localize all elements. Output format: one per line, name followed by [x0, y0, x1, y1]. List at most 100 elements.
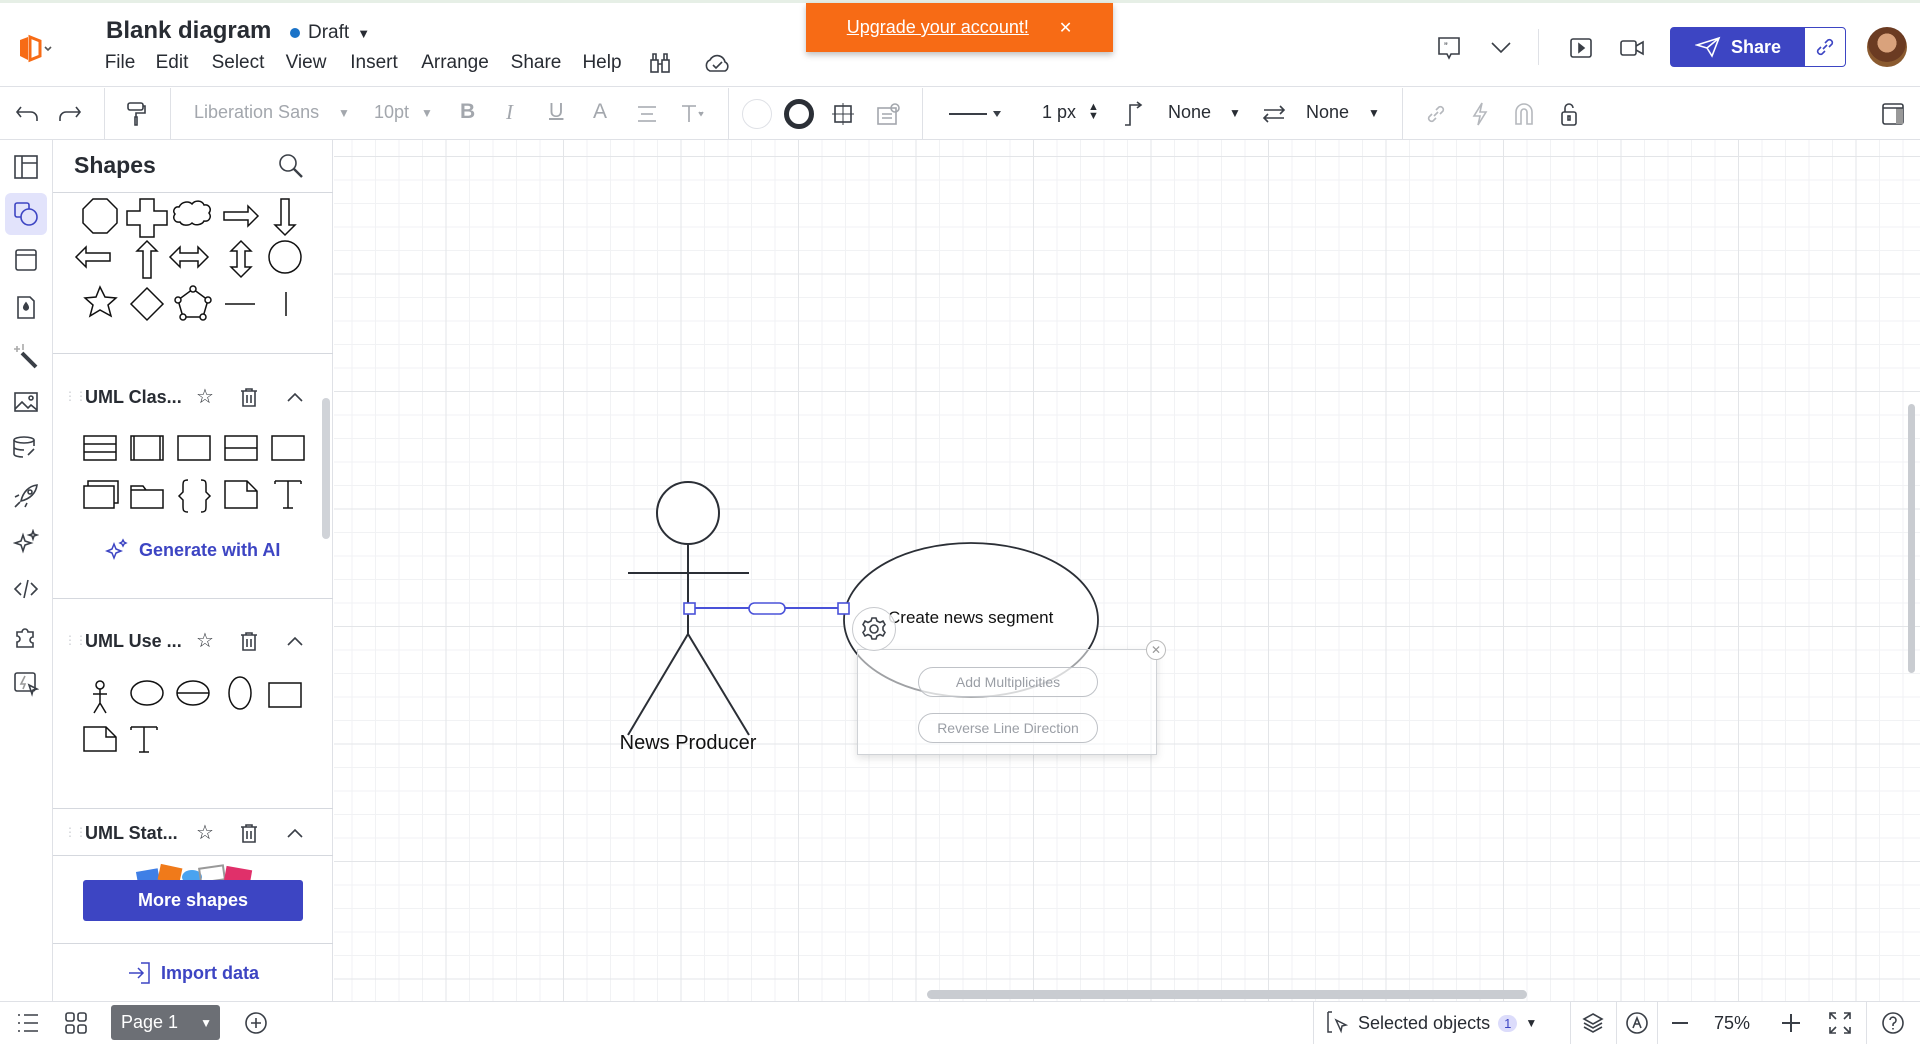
- text-color-button[interactable]: A: [593, 100, 607, 124]
- video-icon[interactable]: [1617, 33, 1647, 63]
- caret-down-icon[interactable]: ▼: [421, 106, 433, 120]
- trash-icon[interactable]: [238, 386, 260, 408]
- undo-icon[interactable]: [12, 100, 42, 128]
- unlock-icon[interactable]: [1555, 100, 1583, 128]
- caret-down-icon[interactable]: ▼: [338, 106, 350, 120]
- help-icon[interactable]: [1879, 1009, 1907, 1037]
- end-arrow-select[interactable]: None: [1306, 102, 1349, 123]
- star-icon[interactable]: ☆: [196, 384, 214, 409]
- section-title[interactable]: UML Use ...: [85, 631, 182, 652]
- quick-action-icon[interactable]: [11, 670, 41, 698]
- magnet-icon[interactable]: [1510, 100, 1538, 128]
- horizontal-scrollbar[interactable]: [927, 990, 1527, 999]
- menu-arrange[interactable]: Arrange: [421, 52, 489, 74]
- cloud-saved-icon[interactable]: [701, 49, 733, 77]
- page-grid-icon[interactable]: [62, 1009, 90, 1037]
- chevron-down-icon[interactable]: [1486, 33, 1516, 63]
- integrations-puzzle-icon[interactable]: [11, 623, 41, 651]
- gear-icon[interactable]: [852, 607, 896, 651]
- chevron-up-icon[interactable]: [284, 388, 306, 406]
- menu-view[interactable]: View: [286, 52, 327, 74]
- app-logo-icon[interactable]: [14, 31, 54, 67]
- menu-share[interactable]: Share: [511, 52, 562, 74]
- actor-label[interactable]: News Producer: [608, 732, 768, 755]
- menu-help[interactable]: Help: [582, 52, 621, 74]
- line-shape-icon[interactable]: [1119, 99, 1147, 129]
- link-icon[interactable]: [1422, 100, 1450, 128]
- font-family-select[interactable]: Liberation Sans: [194, 102, 319, 123]
- crop-icon[interactable]: [829, 100, 857, 128]
- close-icon[interactable]: ✕: [1059, 18, 1072, 38]
- caret-down-icon[interactable]: ▼: [200, 1016, 212, 1030]
- add-page-icon[interactable]: [242, 1009, 270, 1037]
- upgrade-link[interactable]: Upgrade your account!: [847, 17, 1029, 38]
- share-button[interactable]: Share: [1671, 28, 1805, 66]
- document-title[interactable]: Blank diagram: [106, 17, 271, 45]
- chevron-up-icon[interactable]: [284, 632, 306, 650]
- accessibility-icon[interactable]: [1623, 1009, 1651, 1037]
- uml-usecase-shapes[interactable]: [83, 676, 302, 753]
- swap-arrows-icon[interactable]: [1259, 100, 1289, 128]
- panel-scrollbar[interactable]: [322, 398, 330, 539]
- vertical-scrollbar[interactable]: [1908, 404, 1915, 673]
- drag-handle-icon[interactable]: ⋮⋮: [64, 825, 87, 839]
- zoom-in-button[interactable]: [1778, 1009, 1804, 1037]
- draft-status[interactable]: Draft ▼: [290, 22, 370, 44]
- text-options-icon[interactable]: [678, 101, 708, 127]
- close-popup-icon[interactable]: ✕: [1146, 640, 1166, 660]
- zoom-out-button[interactable]: [1667, 1009, 1693, 1037]
- fit-screen-icon[interactable]: [1826, 1009, 1854, 1037]
- zoom-level[interactable]: 75%: [1714, 1013, 1750, 1034]
- present-icon[interactable]: [1566, 33, 1596, 63]
- line-style-select[interactable]: [946, 100, 1006, 128]
- align-icon[interactable]: [634, 101, 660, 127]
- comment-icon[interactable]: ”: [1434, 33, 1464, 63]
- caret-down-icon[interactable]: ▼: [1229, 106, 1241, 120]
- underline-button[interactable]: U: [549, 100, 563, 123]
- star-icon[interactable]: ☆: [196, 628, 214, 653]
- menu-edit[interactable]: Edit: [156, 52, 189, 74]
- frame-icon[interactable]: [11, 246, 41, 274]
- magic-wand-icon[interactable]: [9, 341, 41, 371]
- trash-icon[interactable]: [238, 630, 260, 652]
- bold-button[interactable]: B: [460, 100, 475, 124]
- redo-icon[interactable]: [55, 100, 85, 128]
- section-title[interactable]: UML Stat...: [85, 823, 178, 844]
- chevron-up-icon[interactable]: [284, 824, 306, 842]
- basic-shapes[interactable]: [74, 198, 302, 322]
- rocket-icon[interactable]: [11, 482, 41, 510]
- menu-file[interactable]: File: [105, 52, 136, 74]
- binoculars-icon[interactable]: [646, 49, 674, 77]
- line-width-field[interactable]: 1 px: [1042, 102, 1076, 123]
- format-painter-icon[interactable]: [122, 100, 150, 128]
- uml-class-shapes[interactable]: [83, 435, 305, 513]
- italic-button[interactable]: I: [506, 100, 513, 125]
- line-color-button[interactable]: [784, 99, 814, 129]
- image-icon[interactable]: [11, 388, 41, 416]
- import-data-button[interactable]: Import data: [127, 961, 259, 985]
- fill-color-button[interactable]: [742, 99, 772, 129]
- association-line[interactable]: [683, 602, 850, 615]
- star-icon[interactable]: ☆: [196, 820, 214, 845]
- code-icon[interactable]: [11, 575, 41, 603]
- data-link-icon[interactable]: [11, 434, 41, 462]
- generate-with-ai-button[interactable]: Generate with AI: [105, 538, 280, 562]
- page-tab[interactable]: Page 1 ▼: [111, 1005, 220, 1040]
- copy-link-button[interactable]: [1805, 28, 1845, 66]
- section-title[interactable]: UML Clas...: [85, 387, 182, 408]
- layers-icon[interactable]: [1579, 1009, 1607, 1037]
- user-avatar[interactable]: [1867, 27, 1907, 67]
- page-list-icon[interactable]: [14, 1009, 42, 1037]
- drag-handle-icon[interactable]: ⋮⋮: [64, 389, 87, 403]
- right-panel-toggle-icon[interactable]: [1878, 100, 1908, 128]
- add-multiplicities-button[interactable]: Add Multiplicities: [918, 667, 1098, 697]
- lightning-icon[interactable]: [1466, 100, 1494, 128]
- panel-layout-icon[interactable]: [11, 153, 41, 181]
- menu-insert[interactable]: Insert: [350, 52, 398, 74]
- theme-fill-icon[interactable]: [11, 293, 41, 321]
- start-arrow-select[interactable]: None: [1168, 102, 1211, 123]
- trash-icon[interactable]: [238, 822, 260, 844]
- search-icon[interactable]: [276, 151, 306, 181]
- style-icon[interactable]: [874, 100, 904, 128]
- ai-sparkle-icon[interactable]: [11, 528, 41, 556]
